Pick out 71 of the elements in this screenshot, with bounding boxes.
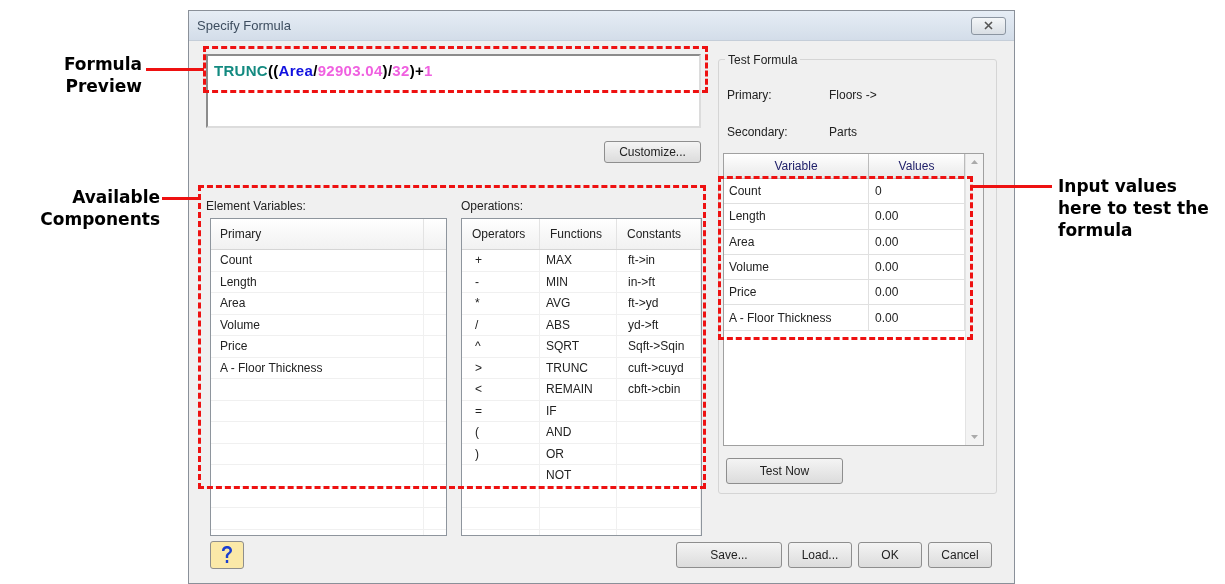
table-cell[interactable]: ft->yd: [617, 293, 701, 314]
list-item[interactable]: A - Floor Thickness: [211, 357, 424, 378]
list-item[interactable]: Area: [211, 293, 424, 314]
column-header[interactable]: Constants: [617, 219, 701, 249]
table-cell: Area: [724, 229, 869, 254]
table-cell[interactable]: /: [462, 314, 540, 335]
table-cell[interactable]: (: [462, 422, 540, 443]
table-cell[interactable]: ft->in: [617, 250, 701, 271]
column-header[interactable]: Values: [869, 154, 965, 178]
column-header[interactable]: Variable: [724, 154, 869, 178]
table-cell[interactable]: in->ft: [617, 271, 701, 292]
table-cell[interactable]: REMAIN: [540, 379, 617, 400]
table-cell[interactable]: SQRT: [540, 336, 617, 357]
table-cell[interactable]: OR: [540, 443, 617, 464]
table-cell: Volume: [724, 254, 869, 280]
table-cell[interactable]: >: [462, 357, 540, 378]
table-cell[interactable]: *: [462, 293, 540, 314]
leader-line: [162, 197, 200, 200]
table-cell[interactable]: MAX: [540, 250, 617, 271]
field-label: Secondary:: [727, 124, 789, 141]
field-value: Floors ->: [829, 87, 878, 104]
table-cell[interactable]: =: [462, 400, 540, 421]
scrollbar[interactable]: [965, 154, 983, 445]
list-item[interactable]: Count: [211, 250, 424, 271]
table-cell[interactable]: MIN: [540, 271, 617, 292]
table-cell[interactable]: IF: [540, 400, 617, 421]
table-cell[interactable]: Sqft->Sqin: [617, 336, 701, 357]
column-header[interactable]: Functions: [540, 219, 617, 249]
close-icon: [984, 21, 993, 30]
column-header[interactable]: Operators: [462, 219, 540, 249]
table-cell[interactable]: -: [462, 271, 540, 292]
callout-label: Formula Preview: [62, 53, 142, 97]
list-item[interactable]: Volume: [211, 314, 424, 335]
close-button[interactable]: [971, 16, 1006, 35]
leader-line: [146, 68, 204, 71]
table-cell[interactable]: yd->ft: [617, 314, 701, 335]
table-cell[interactable]: ^: [462, 336, 540, 357]
table-cell: Count: [724, 179, 869, 204]
scroll-up-icon[interactable]: [971, 160, 978, 164]
table-cell[interactable]: +: [462, 250, 540, 271]
customize-button[interactable]: Customize...: [604, 140, 701, 163]
table-cell: A - Floor Thickness: [724, 305, 869, 330]
table-cell[interactable]: AVG: [540, 293, 617, 314]
table-cell[interactable]: ): [462, 443, 540, 464]
scroll-down-icon[interactable]: [971, 435, 978, 439]
table-cell[interactable]: cuft->cuyd: [617, 357, 701, 378]
table-cell: Length: [724, 204, 869, 229]
list-item[interactable]: Price: [211, 336, 424, 357]
callout-label: Available Components: [39, 186, 160, 230]
table-cell[interactable]: cbft->cbin: [617, 379, 701, 400]
formula-preview[interactable]: TRUNC((Area/92903.04)/32)+1: [206, 54, 701, 128]
dialog-button[interactable]: Cancel: [928, 542, 992, 568]
table-cell[interactable]: AND: [540, 422, 617, 443]
window-title: Specify Formula: [197, 16, 291, 35]
callout-label: Input values here to test the formula: [1058, 175, 1210, 241]
help-button[interactable]: [210, 541, 244, 569]
dialog-button[interactable]: OK: [858, 542, 922, 568]
field-label: Primary:: [727, 87, 773, 104]
test-now-button[interactable]: Test Now: [726, 458, 843, 484]
table-cell[interactable]: NOT: [540, 465, 617, 486]
dialog-button[interactable]: Load...: [788, 542, 852, 568]
table-cell[interactable]: TRUNC: [540, 357, 617, 378]
table-cell[interactable]: ABS: [540, 314, 617, 335]
table-cell: Price: [724, 280, 869, 305]
section-label: Element Variables:: [206, 198, 307, 213]
list-item[interactable]: Length: [211, 271, 424, 292]
help-icon: [220, 545, 234, 565]
dialog-button[interactable]: Save...: [676, 542, 782, 568]
table-cell[interactable]: <: [462, 379, 540, 400]
field-value: Parts: [829, 124, 858, 141]
section-label: Operations:: [461, 198, 525, 213]
